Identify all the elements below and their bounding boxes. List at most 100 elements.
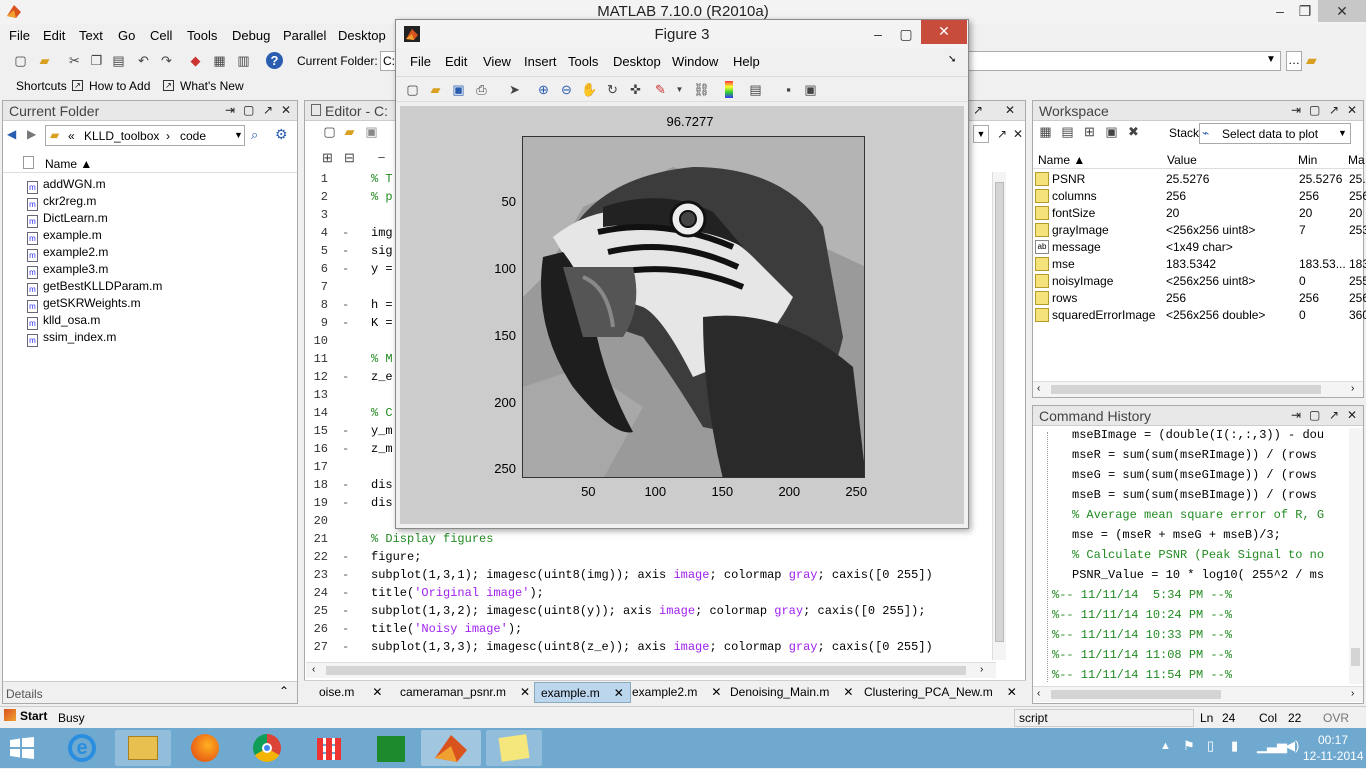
figure-menu-desktop[interactable]: Desktop (613, 54, 661, 69)
breakpoint-marker[interactable]: - (342, 586, 349, 600)
history-entry[interactable]: PSNR_Value = 10 * log10( 255^2 / ms (1072, 568, 1350, 588)
breakpoint-marker[interactable]: - (342, 298, 349, 312)
close-tab-icon[interactable]: ✕ (520, 685, 530, 699)
figure-menu-tools[interactable]: Tools (568, 54, 598, 69)
table-row[interactable]: columns 256 256 256 (1033, 188, 1366, 205)
redo-icon[interactable]: ↷ (158, 52, 175, 69)
table-row[interactable]: PSNR 25.5276 25.5276 25.5 (1033, 171, 1366, 188)
code-line[interactable]: 22- figure; (306, 550, 996, 568)
new-figure-icon[interactable]: ▢ (404, 81, 421, 98)
list-item[interactable]: m DictLearn.m (27, 211, 108, 228)
brush-icon[interactable]: ✎ (652, 81, 669, 98)
history-entry[interactable]: mseBImage = (double(I(:,:,3)) - dou (1072, 428, 1350, 448)
tray-chevron-icon[interactable]: ▲ (1160, 740, 1171, 752)
current-folder-input[interactable]: C: (380, 51, 396, 71)
axes-image[interactable] (522, 136, 865, 478)
how-to-add-link[interactable]: How to Add (89, 79, 150, 93)
close-panel-icon[interactable]: ✕ (1347, 103, 1357, 117)
browse-button[interactable]: … (1286, 51, 1302, 71)
history-entry[interactable]: mse = (mseR + mseG + mseB)/3; (1072, 528, 1350, 548)
scroll-right-icon[interactable]: › (1351, 688, 1354, 699)
current-folder-path-field[interactable] (963, 51, 1281, 71)
sticky-notes-icon[interactable] (486, 730, 542, 766)
figure-menu-view[interactable]: View (483, 54, 511, 69)
menu-debug[interactable]: Debug (232, 28, 270, 43)
matlab-taskbar-icon[interactable] (421, 730, 481, 766)
list-item[interactable]: m getSKRWeights.m (27, 296, 141, 313)
undock-arrow-icon[interactable]: ➘ (948, 54, 956, 65)
zoom-in-icon[interactable]: ⊕ (535, 81, 552, 98)
list-item[interactable]: m ssim_index.m (27, 330, 116, 347)
history-entry[interactable]: %-- 11/11/14 10:24 PM --% (1052, 608, 1350, 628)
close-tab-icon[interactable]: ✕ (372, 685, 382, 699)
tab-example[interactable]: example.m ✕ (534, 682, 631, 703)
folder-path-bar[interactable]: ▰ « KLLD_toolbox › code ▼ (45, 125, 245, 146)
data-cursor-icon[interactable]: ✜ (627, 81, 644, 98)
volume-icon[interactable]: ◀) (1285, 738, 1299, 754)
new-file-icon[interactable]: ▢ (12, 52, 29, 69)
max-column-header[interactable]: Ma (1348, 153, 1365, 167)
undock-editor-icon[interactable]: ↗ (997, 127, 1007, 141)
up-folder-icon[interactable]: ▰ (1306, 52, 1324, 68)
scroll-left-icon[interactable]: ‹ (1037, 383, 1040, 394)
code-line[interactable]: 21 % Display figures (306, 532, 996, 550)
start-button[interactable]: Start (4, 709, 47, 727)
tab-clustering-pca-new[interactable]: Clustering_PCA_New.m ✕ (858, 682, 1023, 703)
menu-tools[interactable]: Tools (187, 28, 217, 43)
whats-new-link[interactable]: What's New (180, 79, 244, 93)
maximize-button[interactable]: ❐ (1291, 0, 1319, 22)
history-scrollbar-vertical[interactable] (1349, 428, 1363, 684)
scroll-thumb[interactable] (1351, 648, 1360, 666)
figure-menu-edit[interactable]: Edit (445, 54, 467, 69)
undock-arrow-icon[interactable]: ↗ (263, 103, 273, 117)
editor-scrollbar-horizontal[interactable]: ‹ › (306, 662, 996, 678)
paste-icon[interactable]: ▤ (110, 52, 127, 69)
menu-edit[interactable]: Edit (43, 28, 65, 43)
scroll-left-icon[interactable]: ‹ (312, 664, 315, 675)
minimize-button[interactable]: ‒ (1266, 0, 1294, 22)
simulink-icon[interactable]: ◆ (187, 52, 204, 69)
breakpoint-marker[interactable]: - (342, 316, 349, 330)
show-tools-icon[interactable]: ▣ (802, 81, 819, 98)
forward-icon[interactable]: ▶ (27, 127, 36, 141)
open-folder-icon[interactable]: ▰ (341, 123, 358, 140)
history-entry[interactable]: % Calculate PSNR (Peak Signal to no (1072, 548, 1350, 568)
menu-parallel[interactable]: Parallel (283, 28, 326, 43)
close-button[interactable]: ✕ (921, 20, 967, 44)
save-icon[interactable]: ▣ (363, 123, 380, 140)
print-icon[interactable]: ⎙ (473, 81, 490, 98)
save-icon[interactable]: ▣ (450, 81, 467, 98)
open-variable-icon[interactable]: ▤ (1059, 123, 1076, 140)
scroll-right-icon[interactable]: › (980, 664, 983, 675)
decrement-icon[interactable]: − (373, 149, 390, 166)
signal-icon[interactable]: ▁▃▅ (1257, 738, 1287, 754)
value-column-header[interactable]: Value (1167, 153, 1197, 167)
copy-icon[interactable]: ❐ (88, 52, 105, 69)
figure-menu-file[interactable]: File (410, 54, 431, 69)
table-row[interactable]: noisyImage <256x256 uint8> 0 255 (1033, 273, 1366, 290)
close-tab-icon[interactable]: ✕ (711, 685, 721, 699)
search-icon[interactable]: ⌕ (251, 127, 258, 143)
list-item[interactable]: m example3.m (27, 262, 108, 279)
undock-arrow-icon[interactable]: ↗ (1329, 408, 1339, 422)
history-scrollbar-horizontal[interactable]: ‹ › (1033, 686, 1363, 702)
menu-text[interactable]: Text (79, 28, 103, 43)
chevron-down-icon[interactable]: ▼ (234, 130, 243, 140)
hide-tools-icon[interactable]: ▪ (780, 81, 797, 98)
legend-icon[interactable]: ▤ (747, 81, 764, 98)
table-row[interactable]: ab message <1x49 char> (1033, 239, 1363, 256)
windows-start-icon[interactable] (10, 737, 34, 759)
path-segment-klld-toolbox[interactable]: KLLD_toolbox (84, 129, 159, 143)
maximize-panel-icon[interactable]: ▢ (1309, 103, 1320, 117)
store-icon[interactable] (363, 730, 419, 766)
maximize-panel-icon[interactable]: ▢ (1309, 408, 1320, 422)
code-line[interactable]: 25- subplot(1,3,2); imagesc(uint8(y)); ax… (306, 604, 996, 622)
maximize-panel-icon[interactable]: ▢ (243, 103, 254, 117)
history-entry[interactable]: mseR = sum(sum(mseRImage)) / (rows (1072, 448, 1350, 468)
history-entry[interactable]: mseG = sum(sum(mseGImage)) / (rows (1072, 468, 1350, 488)
breakpoint-marker[interactable]: - (342, 568, 349, 582)
undock-icon[interactable]: ⇥ (225, 103, 235, 117)
figure-menu-insert[interactable]: Insert (524, 54, 557, 69)
scroll-thumb[interactable] (1051, 385, 1321, 394)
list-item[interactable]: m getBestKLLDParam.m (27, 279, 162, 296)
